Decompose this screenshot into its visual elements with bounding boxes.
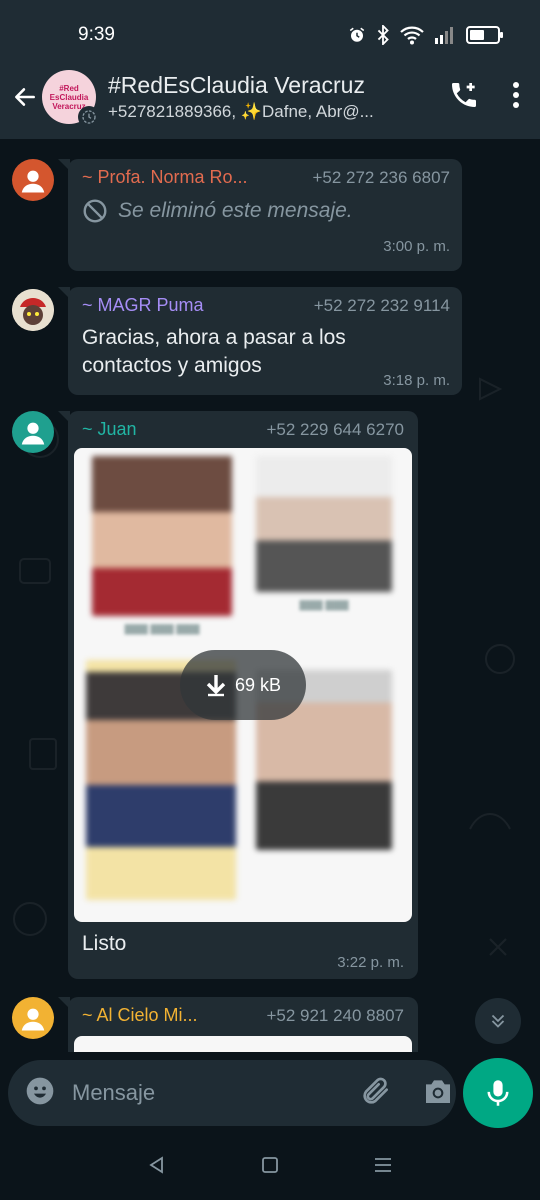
message-bubble[interactable]: ~ Al Cielo Mi... +52 921 240 8807 <box>58 997 418 1052</box>
message-bubble[interactable]: ~ MAGR Puma +52 272 232 9114 Gracias, ah… <box>58 287 462 395</box>
emoji-icon <box>26 1077 54 1104</box>
sender-name[interactable]: ~ Juan <box>82 419 137 440</box>
sender-name[interactable]: ~ MAGR Puma <box>82 295 204 316</box>
puma-avatar-icon <box>12 289 54 331</box>
sender-phone: +52 272 236 6807 <box>312 168 450 187</box>
message-time: 3:18 p. m. <box>383 372 450 389</box>
double-chevron-down-icon <box>491 1014 505 1028</box>
chat-area[interactable]: ~ Profa. Norma Ro... +52 272 236 6807 Se… <box>0 139 540 1052</box>
voice-message-button[interactable] <box>463 1058 533 1128</box>
group-title: #RedEsClaudia Veracruz <box>108 72 365 98</box>
attach-button[interactable] <box>360 1075 392 1112</box>
alarm-icon <box>349 27 365 42</box>
group-members: +527821889366, ✨Dafne, Abr@... <box>108 102 374 121</box>
wifi-icon <box>400 26 424 45</box>
person-icon <box>21 170 45 193</box>
triangle-back-icon <box>148 1155 163 1174</box>
group-avatar[interactable]: #Red EsClaudia Veracruz <box>42 70 100 128</box>
bluetooth-icon <box>377 25 389 45</box>
status-time: 9:39 <box>78 24 115 45</box>
nav-home-button[interactable] <box>260 1155 280 1180</box>
back-button[interactable] <box>10 82 40 112</box>
message-composer <box>8 1060 456 1126</box>
blurred-caption: ▇▇▇ ▇▇▇ ▇▇▇ <box>124 624 200 635</box>
camera-icon <box>426 1079 450 1103</box>
paperclip-icon <box>363 1077 388 1104</box>
sender-name[interactable]: ~ Profa. Norma Ro... <box>82 167 248 188</box>
battery-icon <box>466 26 503 44</box>
person-icon <box>21 422 45 445</box>
message-text: Gracias, ahora a pasar a los contactos y… <box>82 326 346 377</box>
menu-button[interactable] <box>512 81 520 114</box>
message-input[interactable] <box>72 1080 360 1106</box>
status-icons <box>348 25 503 45</box>
arrow-left-icon <box>15 88 35 106</box>
add-call-button[interactable] <box>448 79 480 116</box>
phone-plus-icon <box>452 82 476 107</box>
more-vert-icon <box>513 81 519 108</box>
camera-button[interactable] <box>422 1076 454 1111</box>
sender-avatar[interactable] <box>12 159 54 201</box>
signal-icon <box>435 27 453 44</box>
deleted-message: Se eliminó este mensaje. <box>82 198 450 224</box>
sender-avatar[interactable] <box>12 411 54 453</box>
sender-phone: +52 921 240 8807 <box>266 1006 404 1025</box>
blocked-icon <box>83 199 107 223</box>
menu-lines-icon <box>375 1157 392 1172</box>
image-attachment[interactable]: ▇▇▇ ▇▇▇ ▇▇▇ ▇▇▇ ▇▇▇ 69 kB <box>74 448 412 922</box>
download-arrow-icon <box>206 675 226 697</box>
sender-phone: +52 272 232 9114 <box>313 296 450 315</box>
scroll-to-bottom-button[interactable] <box>475 998 521 1044</box>
message-time: 3:22 p. m. <box>337 954 404 971</box>
community-badge-icon <box>78 106 100 128</box>
emoji-button[interactable] <box>24 1075 56 1112</box>
system-nav-bar <box>0 1134 540 1200</box>
blurred-photo <box>256 456 392 592</box>
message-bubble[interactable]: ~ Profa. Norma Ro... +52 272 236 6807 Se… <box>58 159 462 271</box>
header-info[interactable]: #RedEsClaudia Veracruz +527821889366, ✨D… <box>108 72 436 122</box>
nav-back-button[interactable] <box>147 1155 167 1180</box>
person-icon <box>21 1008 45 1031</box>
deleted-text: Se eliminó este mensaje. <box>118 199 353 222</box>
message-bubble[interactable]: ~ Juan +52 229 644 6270 ▇▇▇ ▇▇▇ ▇▇▇ ▇▇▇ … <box>58 411 418 979</box>
sender-avatar[interactable] <box>12 997 54 1039</box>
sender-avatar[interactable] <box>12 289 54 331</box>
nav-recents-button[interactable] <box>373 1155 393 1180</box>
square-home-icon <box>262 1156 278 1173</box>
sender-phone: +52 229 644 6270 <box>266 420 404 439</box>
chat-header: #Red EsClaudia Veracruz #RedEsClaudia Ve… <box>0 55 540 139</box>
microphone-icon <box>487 1080 509 1106</box>
image-attachment[interactable] <box>74 1036 412 1052</box>
download-button[interactable]: 69 kB <box>180 650 306 720</box>
message-time: 3:00 p. m. <box>383 238 450 255</box>
image-size: 69 kB <box>234 674 282 695</box>
sender-name[interactable]: ~ Al Cielo Mi... <box>82 1005 198 1026</box>
blurred-photo <box>92 456 232 616</box>
blurred-caption: ▇▇▇ ▇▇▇ <box>299 600 349 611</box>
